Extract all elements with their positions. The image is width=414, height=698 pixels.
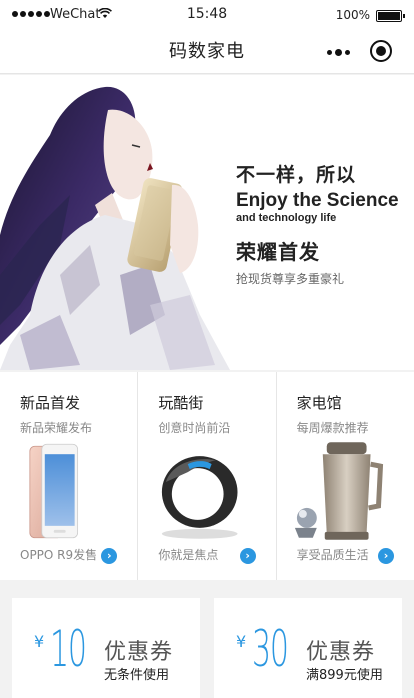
banner-subtitle: 抢现货尊享多重豪礼 <box>236 272 345 286</box>
banner-headline: 不一样，所以 <box>236 164 357 186</box>
model-with-phone-image <box>0 86 230 370</box>
coupon-condition: 无条件使用 <box>104 668 170 683</box>
category-footer: OPPO R9发售 <box>20 548 98 562</box>
category-footer: 享受品质生活 <box>296 548 369 562</box>
smart-ring-product-image <box>162 456 238 539</box>
more-options-icon[interactable] <box>322 41 354 63</box>
coupon-amount: 30 <box>252 620 289 678</box>
category-card-new-arrivals[interactable]: 新品首发 新品荣耀发布 OPPO R9发售 › <box>0 372 137 580</box>
close-miniprogram-icon[interactable] <box>370 40 392 62</box>
category-subtitle: 每周爆款推荐 <box>296 421 369 435</box>
category-title: 家电馆 <box>296 394 342 412</box>
category-card-appliances[interactable]: 家电馆 每周爆款推荐 享受品质生活 › <box>275 372 414 580</box>
category-section: 新品首发 新品荣耀发布 OPPO R9发售 › 玩酷街 创意时尚前沿 你就是焦点… <box>0 372 414 580</box>
banner-english-subline: and technology life <box>236 212 337 224</box>
banner-english-headline: Enjoy the Science <box>236 190 399 211</box>
promo-banner[interactable]: 不一样，所以 Enjoy the Science and technology … <box>0 75 414 370</box>
category-subtitle: 新品荣耀发布 <box>20 421 93 435</box>
banner-launch-title: 荣耀首发 <box>236 240 320 264</box>
chevron-right-icon[interactable]: › <box>377 548 394 564</box>
coupon-card[interactable]: ¥ 10 优惠券 无条件使用 <box>12 598 200 698</box>
coupon-condition: 满899元使用 <box>306 668 383 683</box>
navigation-bar: 码数家电 <box>0 30 414 74</box>
currency-symbol: ¥ <box>236 632 247 651</box>
currency-symbol: ¥ <box>34 632 45 651</box>
soymilk-maker-product-image <box>294 442 383 540</box>
coupon-section: ¥ 10 优惠券 无条件使用 ¥ 30 优惠券 满899元使用 <box>0 590 414 698</box>
phone-product-image <box>29 443 79 539</box>
banner-copy: 不一样，所以 Enjoy the Science and technology … <box>236 160 399 287</box>
chevron-right-icon[interactable]: › <box>101 548 118 564</box>
status-bar: WeChat 15:48 100% <box>0 0 414 30</box>
category-footer: 你就是焦点 <box>158 548 219 562</box>
category-title: 新品首发 <box>20 394 81 412</box>
coupon-label: 优惠券 <box>306 640 376 665</box>
category-subtitle: 创意时尚前沿 <box>158 421 231 435</box>
category-title: 玩酷街 <box>158 394 204 412</box>
battery-percentage: 100% <box>335 8 370 22</box>
coupon-label: 优惠券 <box>104 640 174 665</box>
battery-icon <box>376 10 405 22</box>
category-card-cool-street[interactable]: 玩酷街 创意时尚前沿 你就是焦点 › <box>137 372 275 580</box>
chevron-right-icon[interactable]: › <box>239 548 256 564</box>
coupon-card[interactable]: ¥ 30 优惠券 满899元使用 <box>214 598 402 698</box>
coupon-amount: 10 <box>50 620 87 678</box>
